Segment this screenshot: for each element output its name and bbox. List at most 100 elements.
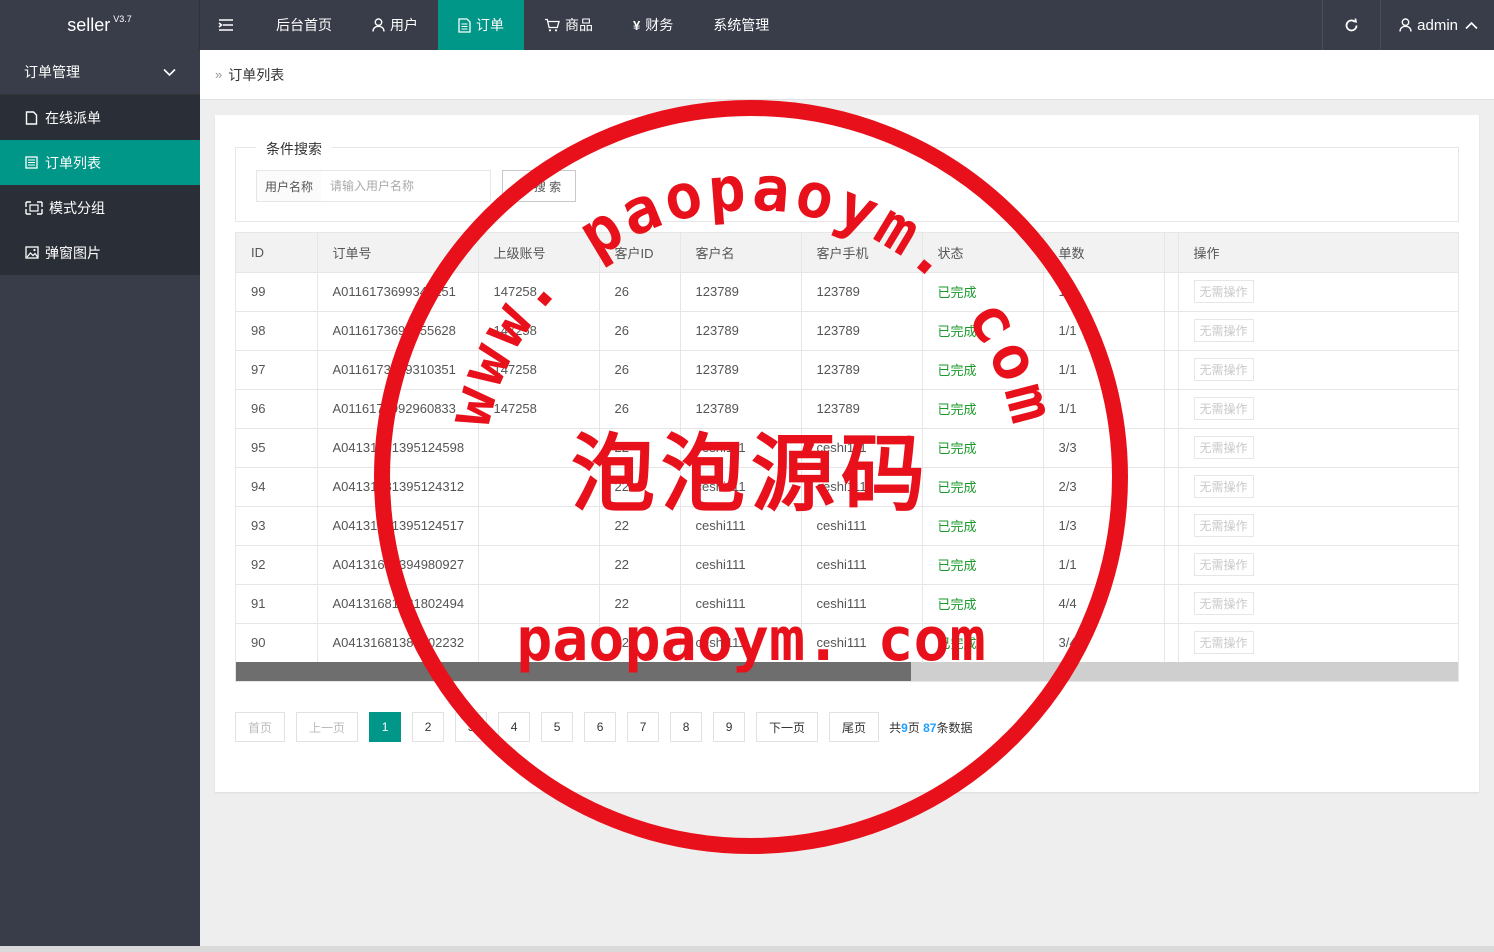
cell-customer-name: 123789	[680, 272, 802, 312]
sidebar-item-label: 在线派单	[45, 109, 101, 126]
cell-customer-phone: ceshi111	[801, 545, 923, 585]
no-action-button[interactable]: 无需操作	[1193, 358, 1254, 381]
no-action-button[interactable]: 无需操作	[1193, 475, 1254, 498]
cell-spacer	[1164, 584, 1179, 624]
cell-count: 1/1	[1043, 545, 1165, 585]
cell-actions: 无需操作	[1178, 623, 1458, 663]
search-icon	[517, 180, 529, 192]
bottom-scrollbar[interactable]	[0, 946, 1494, 952]
next-page-button[interactable]: 下一页	[756, 712, 819, 742]
page-number-button[interactable]: 5	[541, 712, 574, 742]
sidebar-group-order-manage[interactable]: 订单管理	[0, 50, 200, 95]
cell-customer-name: 123789	[680, 350, 802, 390]
table-header-row: ID 订单号 上级账号 客户ID 客户名 客户手机 状态 单数 操作	[236, 233, 1458, 273]
cell-spacer	[1164, 506, 1179, 546]
horizontal-scrollbar[interactable]	[236, 662, 1458, 681]
sidebar-item-order-list[interactable]: 订单列表	[0, 140, 200, 185]
no-action-button[interactable]: 无需操作	[1193, 592, 1254, 615]
cell-actions: 无需操作	[1178, 467, 1458, 507]
page-number-button[interactable]: 7	[627, 712, 660, 742]
page-number-button[interactable]: 9	[713, 712, 746, 742]
no-action-button[interactable]: 无需操作	[1193, 553, 1254, 576]
group-icon	[25, 200, 43, 215]
app-logo[interactable]: seller V3.7	[0, 0, 200, 50]
cell-actions: 无需操作	[1178, 389, 1458, 429]
no-action-button[interactable]: 无需操作	[1193, 397, 1254, 420]
cell-count: 4/4	[1043, 584, 1165, 624]
table-row: 99 A0116173699340151 147258 26 123789 123789 已…	[236, 272, 1458, 312]
cell-customer-phone: ceshi111	[801, 467, 923, 507]
user-menu[interactable]: admin	[1380, 0, 1494, 50]
header-col-spacer	[1164, 233, 1179, 273]
no-action-button[interactable]: 无需操作	[1193, 514, 1254, 537]
cell-spacer	[1164, 467, 1179, 507]
cell-parent-account: 147258	[478, 389, 600, 429]
nav-item-user[interactable]: 用户	[352, 0, 438, 50]
table-row: 97 A0116173699310351 147258 26 123789 123789 已…	[236, 350, 1458, 390]
cell-spacer	[1164, 350, 1179, 390]
nav-item-system[interactable]: 系统管理	[693, 0, 789, 50]
cell-parent-account	[478, 467, 600, 507]
search-legend: 条件搜索	[256, 139, 332, 159]
cell-parent-account	[478, 545, 600, 585]
last-page-button[interactable]: 尾页	[829, 712, 880, 742]
first-page-button[interactable]: 首页	[235, 712, 286, 742]
breadcrumb-separator-icon: »	[215, 67, 223, 82]
header-col-actions: 操作	[1178, 233, 1458, 273]
breadcrumb: » 订单列表	[200, 50, 1494, 100]
cell-count: 2/3	[1043, 467, 1165, 507]
cell-actions: 无需操作	[1178, 350, 1458, 390]
no-action-button[interactable]: 无需操作	[1193, 319, 1254, 342]
page-number-button[interactable]: 6	[584, 712, 617, 742]
scrollbar-thumb[interactable]	[236, 662, 911, 681]
table-row: 91 A04131681381802494 22 ceshi111 ceshi111 已完…	[236, 584, 1458, 624]
page-number-button[interactable]: 4	[498, 712, 531, 742]
sidebar-item-online-dispatch[interactable]: 在线派单	[0, 95, 200, 140]
cell-parent-account	[478, 584, 600, 624]
cell-id: 96	[236, 389, 318, 429]
nav-item-order[interactable]: 订单	[438, 0, 524, 50]
nav-item-home[interactable]: 后台首页	[256, 0, 352, 50]
pagination-info-prefix: 共	[889, 720, 902, 735]
table-row: 96 A0116175992960833 147258 26 123789 123789 已…	[236, 389, 1458, 429]
yen-icon: ¥	[633, 17, 641, 33]
no-action-button[interactable]: 无需操作	[1193, 631, 1254, 654]
cell-spacer	[1164, 311, 1179, 351]
menu-toggle-button[interactable]	[200, 0, 256, 50]
sidebar-group-label: 订单管理	[24, 64, 80, 80]
cell-customer-id: 26	[599, 311, 681, 351]
pagination-info-suffix: 条数据	[936, 720, 973, 735]
refresh-button[interactable]	[1322, 0, 1380, 50]
page-number-button[interactable]: 8	[670, 712, 703, 742]
nav-item-goods[interactable]: 商品	[524, 0, 613, 50]
cell-count: 1/1	[1043, 272, 1165, 312]
cell-order-no: A04131681380802232	[317, 623, 479, 663]
cell-order-no: A0116175992960833	[317, 389, 479, 429]
prev-page-button[interactable]: 上一页	[296, 712, 359, 742]
cell-customer-id: 22	[599, 623, 681, 663]
sidebar-item-popup-image[interactable]: 弹窗图片	[0, 230, 200, 275]
sidebar: 订单管理 在线派单 订单列表 模式分组 弹窗图片	[0, 50, 200, 952]
nav-item-finance[interactable]: ¥ 财务	[613, 0, 693, 50]
search-button[interactable]: 搜 索	[502, 170, 576, 202]
cell-customer-name: ceshi111	[680, 623, 802, 663]
no-action-button[interactable]: 无需操作	[1193, 280, 1254, 303]
username-search-input[interactable]	[321, 170, 491, 202]
header-col-customer-id: 客户ID	[599, 233, 681, 273]
no-action-button[interactable]: 无需操作	[1193, 436, 1254, 459]
table-row: 90 A04131681380802232 22 ceshi111 ceshi111 已完…	[236, 623, 1458, 663]
cell-actions: 无需操作	[1178, 272, 1458, 312]
cell-id: 93	[236, 506, 318, 546]
cell-customer-name: 123789	[680, 389, 802, 429]
page-number-button[interactable]: 3	[455, 712, 488, 742]
cell-parent-account: 147258	[478, 311, 600, 351]
sidebar-submenu: 在线派单 订单列表 模式分组 弹窗图片	[0, 95, 200, 275]
table-row: 92 A04131681394980927 22 ceshi111 ceshi111 已完…	[236, 545, 1458, 585]
cell-spacer	[1164, 389, 1179, 429]
page-number-button[interactable]: 1	[369, 712, 402, 742]
sidebar-item-mode-group[interactable]: 模式分组	[0, 185, 200, 230]
cell-actions: 无需操作	[1178, 584, 1458, 624]
page-number-button[interactable]: 2	[412, 712, 445, 742]
total-pages: 9	[901, 720, 908, 735]
menu-indent-icon	[218, 18, 234, 32]
